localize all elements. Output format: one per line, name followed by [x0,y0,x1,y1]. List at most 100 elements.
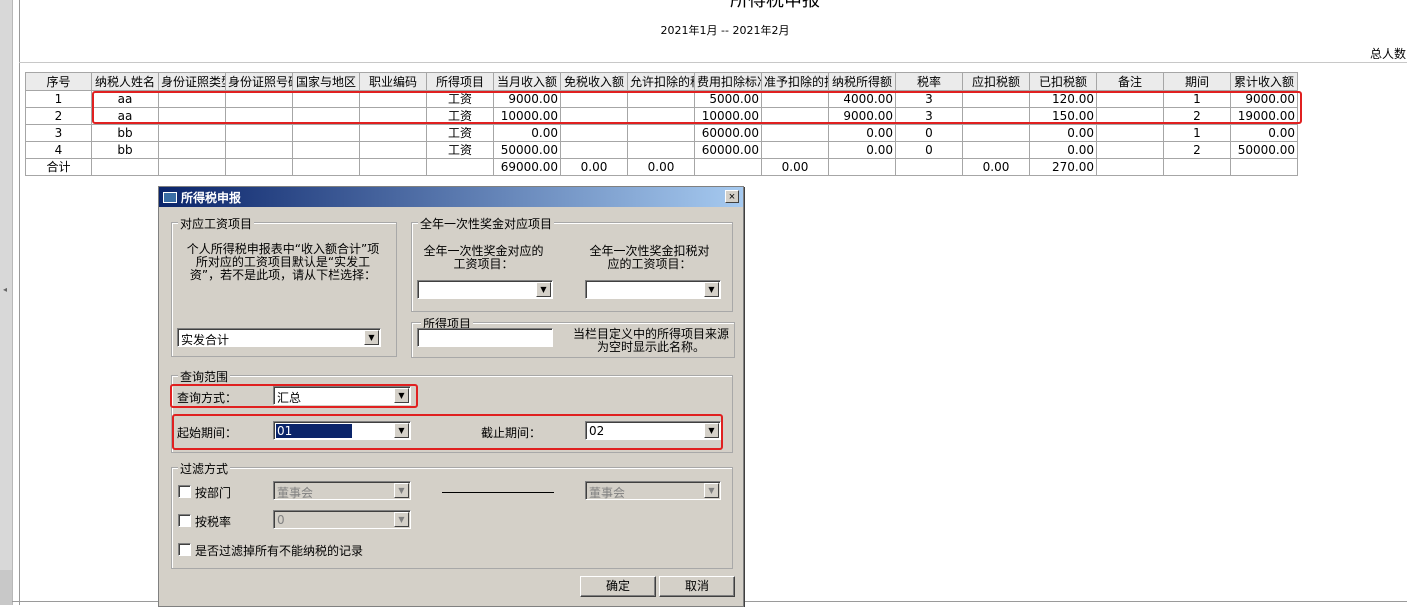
bonus-tax-select[interactable]: ▼ [585,280,721,299]
table-cell[interactable]: 2 [25,107,92,125]
table-row[interactable]: 2 aa 工资 10000.00 10000.00 9000.00 3 150.… [25,107,1298,125]
splitter-grip-icon[interactable]: ◂ [3,285,8,295]
table-cell[interactable]: 10000.00 [694,107,762,125]
table-cell[interactable]: 9000.00 [1230,90,1298,108]
table-cell[interactable] [1096,158,1164,176]
table-cell[interactable]: 0 [895,124,963,142]
table-cell[interactable]: 270.00 [1029,158,1097,176]
table-cell[interactable]: 5000.00 [694,90,762,108]
chevron-down-icon[interactable]: ▼ [394,423,409,438]
table-cell[interactable] [225,158,293,176]
table-cell[interactable] [225,107,293,125]
table-cell[interactable] [1096,124,1164,142]
filter-nontax-label[interactable]: 是否过滤掉所有不能纳税的记录 [195,542,363,559]
table-cell[interactable]: 69000.00 [493,158,561,176]
table-cell[interactable] [359,141,427,159]
table-cell[interactable]: 120.00 [1029,90,1097,108]
table-cell[interactable]: 0.00 [1230,124,1298,142]
table-cell[interactable]: 19000.00 [1230,107,1298,125]
column-header[interactable]: 免税收入额 [560,72,628,91]
chevron-down-icon[interactable]: ▼ [394,512,409,527]
table-cell[interactable]: 0.00 [828,124,896,142]
table-cell[interactable]: 9000.00 [493,90,561,108]
table-cell[interactable]: aa [91,107,159,125]
salary-item-select[interactable]: 实发合计 ▼ [177,328,381,347]
table-cell[interactable] [292,90,360,108]
table-cell[interactable]: 0.00 [828,141,896,159]
table-cell[interactable] [225,124,293,142]
table-cell[interactable]: 4 [25,141,92,159]
column-header[interactable]: 所得项目 [426,72,494,91]
table-cell[interactable]: 60000.00 [694,124,762,142]
column-header[interactable]: 准予扣除的捐赠额 [761,72,829,91]
column-header[interactable]: 应扣税额 [962,72,1030,91]
bonus-income-select[interactable]: ▼ [417,280,553,299]
by-dept-checkbox[interactable] [178,485,191,498]
table-cell[interactable] [292,158,360,176]
table-cell[interactable]: 60000.00 [694,141,762,159]
dept-from-select[interactable]: 董事会 ▼ [273,481,411,500]
table-cell[interactable] [359,124,427,142]
table-cell[interactable] [359,107,427,125]
table-cell[interactable]: 0.00 [1029,141,1097,159]
table-cell[interactable] [359,158,427,176]
table-cell[interactable] [627,90,695,108]
column-header[interactable]: 当月收入额 [493,72,561,91]
table-cell[interactable]: 50000.00 [493,141,561,159]
table-row[interactable]: 3 bb 工资 0.00 60000.00 0.00 0 0.00 1 0.00 [25,124,1298,142]
column-header[interactable]: 身份证照类型 [158,72,226,91]
table-cell[interactable]: 工资 [426,141,494,159]
table-cell[interactable]: 1 [25,90,92,108]
table-cell[interactable] [962,124,1030,142]
chevron-down-icon[interactable]: ▼ [704,483,719,498]
table-cell[interactable]: 3 [25,124,92,142]
by-rate-label[interactable]: 按税率 [195,513,231,530]
table-cell[interactable] [158,141,226,159]
table-cell[interactable]: 0.00 [493,124,561,142]
table-cell[interactable] [1230,158,1298,176]
column-header[interactable]: 已扣税额 [1029,72,1097,91]
table-cell[interactable]: 0.00 [627,158,695,176]
table-cell[interactable] [761,107,829,125]
table-cell[interactable] [962,107,1030,125]
column-header[interactable]: 允许扣除的税费 [627,72,695,91]
table-cell[interactable] [627,141,695,159]
chevron-down-icon[interactable]: ▼ [704,423,719,438]
column-header[interactable]: 备注 [1096,72,1164,91]
table-cell[interactable] [962,141,1030,159]
table-cell[interactable] [1096,107,1164,125]
column-header[interactable]: 纳税所得额 [828,72,896,91]
table-cell[interactable]: 4000.00 [828,90,896,108]
column-header[interactable]: 职业编码 [359,72,427,91]
table-cell[interactable] [895,158,963,176]
table-cell[interactable] [158,158,226,176]
column-header[interactable]: 国家与地区 [292,72,360,91]
start-period-select[interactable]: 01 ▼ [273,421,411,440]
table-cell[interactable]: 1 [1163,124,1231,142]
income-item-input[interactable] [417,328,553,347]
chevron-down-icon[interactable]: ▼ [536,282,551,297]
tax-rate-select[interactable]: 0 ▼ [273,510,411,529]
table-cell[interactable] [560,124,628,142]
table-cell[interactable] [225,90,293,108]
table-cell[interactable]: 0 [895,141,963,159]
table-cell[interactable] [158,90,226,108]
column-header[interactable]: 费用扣除标准 [694,72,762,91]
table-cell[interactable]: 1 [1163,90,1231,108]
table-cell[interactable] [292,141,360,159]
column-header[interactable]: 序号 [25,72,92,91]
table-cell[interactable]: 50000.00 [1230,141,1298,159]
table-cell[interactable]: 工资 [426,90,494,108]
table-cell[interactable] [158,107,226,125]
query-method-select[interactable]: 汇总 ▼ [273,386,411,405]
table-cell[interactable] [761,90,829,108]
left-splitter[interactable]: ◂ [0,0,13,605]
table-cell[interactable] [91,158,159,176]
table-cell[interactable]: aa [91,90,159,108]
column-header[interactable]: 税率 [895,72,963,91]
cancel-button[interactable]: 取消 [659,576,735,597]
table-cell[interactable]: bb [91,124,159,142]
table-cell[interactable] [158,124,226,142]
table-cell[interactable]: 0.00 [962,158,1030,176]
table-cell[interactable] [694,158,762,176]
